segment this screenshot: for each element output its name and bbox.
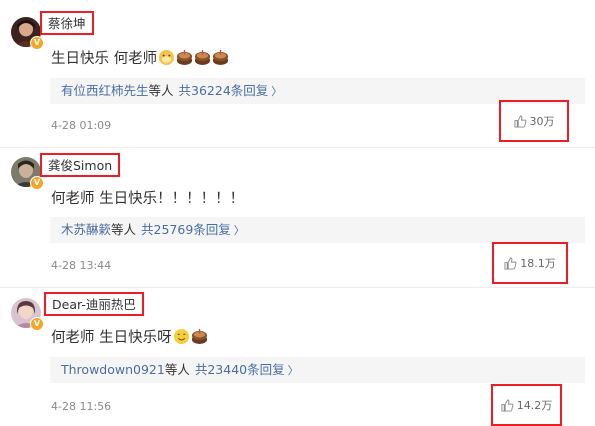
- comment-text-content: 何老师 生日快乐呀: [51, 330, 172, 346]
- comment-item: V 龚俊Simon 何老师 生日快乐！！！！！！ 木苏醂簌等人 共25769条回复…: [0, 148, 595, 288]
- like-count: 30万: [529, 115, 555, 128]
- comment-time: 4-28 01:09: [51, 119, 112, 132]
- comment-text: 何老师 生日快乐呀: [51, 326, 208, 347]
- like-button[interactable]: 14.2万: [491, 384, 562, 426]
- thumbs-up-icon: [504, 256, 517, 270]
- reply-users-link[interactable]: 有位西红柿先生: [61, 83, 149, 98]
- cake-icon: [195, 49, 211, 66]
- reply-summary[interactable]: Throwdown0921等人 共23440条回复〉: [50, 357, 585, 383]
- reply-static-text: 等人: [164, 362, 190, 377]
- like-button[interactable]: 18.1万: [492, 242, 568, 284]
- comment-text-content: 生日快乐 何老师: [51, 51, 158, 67]
- comment-text: 何老师 生日快乐！！！！！！: [51, 187, 244, 208]
- comment-item: V 蔡徐坤 生日快乐 何老师 有位西红柿先生等人 共36224条回复〉 4-28 …: [0, 0, 595, 147]
- chevron-right-icon: 〉: [271, 85, 283, 98]
- avatar[interactable]: V: [11, 298, 44, 331]
- reply-static-text: 等人: [111, 222, 137, 237]
- reply-users-link[interactable]: Throwdown0921: [61, 362, 165, 377]
- like-button[interactable]: 30万: [499, 100, 569, 142]
- comment-text: 生日快乐 何老师: [51, 47, 229, 68]
- verified-badge-icon: V: [30, 176, 44, 190]
- thumbs-up-icon: [501, 398, 514, 412]
- smile-face-icon: [173, 328, 189, 345]
- like-count: 14.2万: [516, 399, 553, 412]
- avatar[interactable]: V: [11, 17, 44, 50]
- cake-icon: [177, 49, 193, 66]
- username-link[interactable]: Dear-迪丽热巴: [44, 292, 144, 316]
- comment-time: 4-28 11:56: [51, 400, 112, 413]
- cake-icon: [213, 49, 229, 66]
- reply-count-link[interactable]: 共23440条回复: [195, 362, 285, 377]
- reply-static-text: 等人: [148, 83, 174, 98]
- reply-summary[interactable]: 木苏醂簌等人 共25769条回复〉: [50, 217, 585, 243]
- thumbs-up-icon: [513, 114, 526, 128]
- verified-badge-icon: V: [30, 36, 44, 50]
- comment-time: 4-28 13:44: [51, 259, 112, 272]
- chevron-right-icon: 〉: [287, 364, 299, 377]
- chevron-right-icon: 〉: [233, 224, 245, 237]
- reply-count-link[interactable]: 共25769条回复: [141, 222, 231, 237]
- comment-item: V Dear-迪丽热巴 何老师 生日快乐呀 Throwdown0921等人 共23…: [0, 288, 595, 426]
- cake-icon: [191, 328, 207, 345]
- avatar[interactable]: V: [11, 157, 44, 190]
- comment-text-content: 何老师 生日快乐！！！！！！: [51, 191, 245, 207]
- username-link[interactable]: 龚俊Simon: [40, 153, 121, 177]
- doge-face-icon: [159, 49, 175, 66]
- reply-count-link[interactable]: 共36224条回复: [179, 83, 269, 98]
- like-count: 18.1万: [520, 257, 556, 270]
- verified-badge-icon: V: [30, 317, 44, 331]
- reply-users-link[interactable]: 木苏醂簌: [61, 222, 111, 237]
- username-link[interactable]: 蔡徐坤: [40, 11, 94, 35]
